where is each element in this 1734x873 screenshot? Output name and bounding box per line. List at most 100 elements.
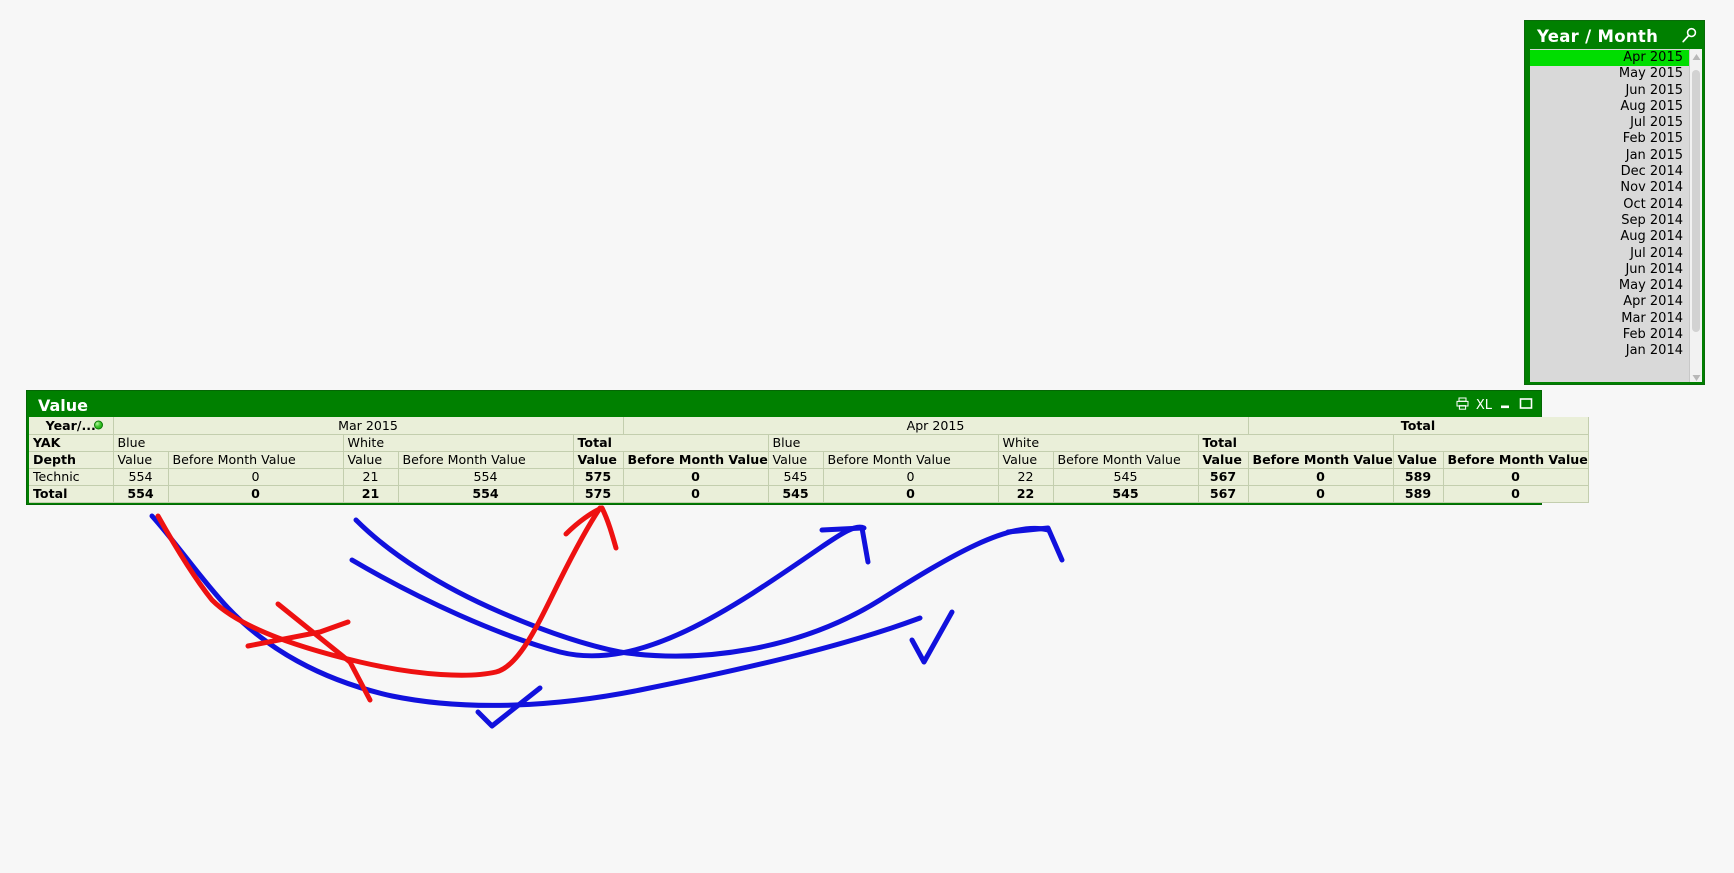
color-header-blue-apr[interactable]: Blue <box>768 434 999 452</box>
triangle-down-icon[interactable] <box>1691 369 1702 382</box>
list-item[interactable]: Aug 2014 <box>1530 229 1689 246</box>
cell-value[interactable]: 589 <box>1393 468 1444 486</box>
cell-value[interactable]: 0 <box>168 468 344 486</box>
cell-value[interactable]: 545 <box>1053 485 1199 503</box>
cell-value[interactable]: 554 <box>113 485 169 503</box>
list-item[interactable]: Jun 2015 <box>1530 82 1689 99</box>
cell-value[interactable]: 0 <box>623 468 769 486</box>
dimension-depth[interactable]: Depth <box>29 451 114 469</box>
export-xl-icon[interactable]: XL <box>1476 398 1492 413</box>
color-header-white-apr[interactable]: White <box>998 434 1199 452</box>
listbox-scrollbar[interactable] <box>1689 49 1702 382</box>
cell-value[interactable]: 567 <box>1198 468 1249 486</box>
search-icon[interactable] <box>1680 27 1698 45</box>
cell-value[interactable]: 0 <box>1248 468 1394 486</box>
list-item[interactable]: Nov 2014 <box>1530 180 1689 197</box>
list-item[interactable]: Jan 2014 <box>1530 343 1689 360</box>
cell-value[interactable]: 554 <box>398 468 574 486</box>
minimize-icon[interactable] <box>1499 397 1512 414</box>
cell-value[interactable]: 575 <box>573 468 624 486</box>
cell-value[interactable]: 0 <box>623 485 769 503</box>
measure-header-before-month-value[interactable]: Before Month Value <box>1248 451 1394 469</box>
year-month-listbox[interactable]: Year / Month Apr 2015 May 2015 Jun 2015 … <box>1524 20 1705 385</box>
dimension-yak[interactable]: YAK <box>29 434 114 452</box>
triangle-up-icon[interactable] <box>1691 49 1702 62</box>
list-item[interactable]: Jun 2014 <box>1530 261 1689 279</box>
cell-value[interactable]: 0 <box>823 485 999 503</box>
measure-header-value[interactable]: Value <box>1393 451 1444 469</box>
maximize-icon[interactable] <box>1519 397 1533 414</box>
cell-value[interactable]: 545 <box>768 468 824 486</box>
dimension-year-month[interactable]: Year/... <box>29 417 114 435</box>
list-item[interactable]: May 2014 <box>1530 278 1689 295</box>
cell-value[interactable]: 0 <box>823 468 999 486</box>
cell-value[interactable]: 554 <box>113 468 169 486</box>
measure-header-value[interactable]: Value <box>113 451 169 469</box>
cell-value[interactable]: 0 <box>1443 485 1589 503</box>
color-header-white-mar[interactable]: White <box>343 434 574 452</box>
cell-value[interactable]: 554 <box>398 485 574 503</box>
cell-value[interactable]: 575 <box>573 485 624 503</box>
measure-header-before-month-value[interactable]: Before Month Value <box>398 451 574 469</box>
period-header-apr-2015[interactable]: Apr 2015 <box>623 417 1249 435</box>
red-slash-up <box>245 619 351 649</box>
cell-value[interactable]: 21 <box>343 468 399 486</box>
list-item[interactable]: Jan 2015 <box>1530 147 1689 165</box>
list-item[interactable]: Feb 2015 <box>1530 131 1689 148</box>
list-item[interactable]: Oct 2014 <box>1530 196 1689 213</box>
red-arrow-head <box>563 505 619 551</box>
pivot-header-color-row: YAK Blue White Total Blue White Total <box>29 434 1589 452</box>
measure-header-value[interactable]: Value <box>998 451 1054 469</box>
list-item[interactable]: Mar 2014 <box>1530 310 1689 328</box>
pivot-header-period-row: Year/... Mar 2015 Apr 2015 Total <box>29 417 1589 435</box>
measure-header-before-month-value[interactable]: Before Month Value <box>823 451 999 469</box>
list-item[interactable]: Apr 2015 <box>1530 50 1689 67</box>
red-slash-down <box>275 601 373 703</box>
measure-header-value[interactable]: Value <box>343 451 399 469</box>
measure-header-value[interactable]: Value <box>768 451 824 469</box>
list-item[interactable]: Dec 2014 <box>1530 164 1689 181</box>
period-header-total[interactable]: Total <box>1248 417 1589 435</box>
listbox-title-label: Year / Month <box>1537 26 1659 46</box>
row-label[interactable]: Total <box>29 485 114 503</box>
color-header-total-mar[interactable]: Total <box>573 434 769 452</box>
list-item[interactable]: Sep 2014 <box>1530 212 1689 230</box>
cell-value[interactable]: 589 <box>1393 485 1444 503</box>
measure-header-before-month-value[interactable]: Before Month Value <box>1053 451 1199 469</box>
cell-value[interactable]: 545 <box>1053 468 1199 486</box>
value-title-label: Value <box>38 395 89 415</box>
color-header-blue-mar[interactable]: Blue <box>113 434 344 452</box>
cell-value[interactable]: 545 <box>768 485 824 503</box>
cell-value[interactable]: 0 <box>168 485 344 503</box>
pivot-table[interactable]: Year/... Mar 2015 Apr 2015 Total YAK Blu… <box>29 417 1589 503</box>
cell-value[interactable]: 21 <box>343 485 399 503</box>
measure-header-before-month-value[interactable]: Before Month Value <box>623 451 769 469</box>
scrollbar-track[interactable] <box>1690 62 1702 369</box>
list-item[interactable]: Jul 2014 <box>1530 245 1689 262</box>
cell-value[interactable]: 0 <box>1248 485 1394 503</box>
table-row-total[interactable]: Total 554 0 21 554 575 0 545 0 22 545 56… <box>29 485 1589 503</box>
print-icon[interactable] <box>1456 397 1469 414</box>
measure-header-value[interactable]: Value <box>573 451 624 469</box>
cell-value[interactable]: 567 <box>1198 485 1249 503</box>
list-item[interactable]: Jul 2015 <box>1530 115 1689 132</box>
list-item[interactable]: Feb 2014 <box>1530 327 1689 344</box>
list-item[interactable]: Apr 2014 <box>1530 294 1689 311</box>
listbox-items[interactable]: Apr 2015 May 2015 Jun 2015 Aug 2015 Jul … <box>1530 49 1689 382</box>
measure-header-value[interactable]: Value <box>1198 451 1249 469</box>
value-pivot-window[interactable]: Value XL Year/... Mar 2015 Apr 2015 Tota… <box>26 390 1589 505</box>
measure-header-before-month-value[interactable]: Before Month Value <box>1443 451 1589 469</box>
cell-value[interactable]: 22 <box>998 485 1054 503</box>
blue-check-left <box>475 685 543 729</box>
listbox-body[interactable]: Apr 2015 May 2015 Jun 2015 Aug 2015 Jul … <box>1527 49 1702 382</box>
period-header-mar-2015[interactable]: Mar 2015 <box>113 417 624 435</box>
scrollbar-thumb[interactable] <box>1692 70 1700 332</box>
list-item[interactable]: Aug 2015 <box>1530 98 1689 116</box>
color-header-total-apr[interactable]: Total <box>1198 434 1394 452</box>
row-label[interactable]: Technic <box>29 468 114 486</box>
list-item[interactable]: May 2015 <box>1530 66 1689 83</box>
cell-value[interactable]: 0 <box>1443 468 1589 486</box>
measure-header-before-month-value[interactable]: Before Month Value <box>168 451 344 469</box>
cell-value[interactable]: 22 <box>998 468 1054 486</box>
table-row[interactable]: Technic 554 0 21 554 575 0 545 0 22 545 … <box>29 468 1589 486</box>
